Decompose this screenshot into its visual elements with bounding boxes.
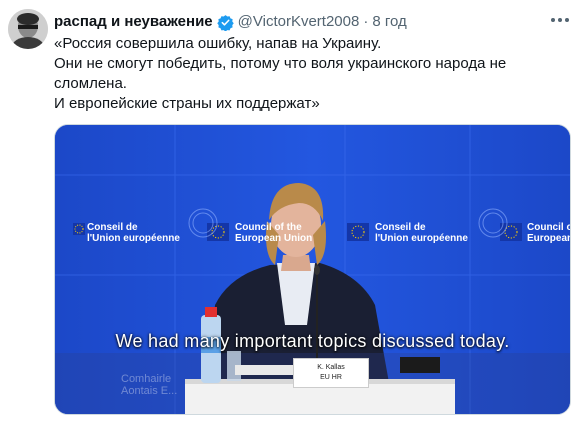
nameplate-title: EU HR [320,374,342,381]
video-subtitle: We had many important topics discussed t… [115,331,510,351]
council-logo-text-fr: Conseil de l'Union européenne [375,222,468,244]
video-media[interactable]: Conseil de l'Union européenne Council of… [54,124,571,415]
tweet-header: распад и неуважение @VictorKvert2008 · 8… [54,12,407,32]
separator-dot: · [363,13,369,30]
eu-flag-icon [207,223,229,241]
nameplate-name: K. Kallas [317,364,345,371]
council-logo-text-en: Council of the European Union [527,222,571,244]
watermark-text: Comhairle Aontais E... [121,373,178,397]
council-logo-text-en: Council of the European Union [235,222,313,244]
eu-flag-icon [347,223,369,241]
author-handle[interactable]: @VictorKvert2008 [238,12,360,32]
council-logo-text-fr: Conseil de l'Union européenne [87,222,180,244]
nameplate: K. Kallas EU HR [293,358,369,388]
verified-badge-icon [216,14,234,31]
tweet-text-line: И европейские страны их поддержат» [54,95,320,112]
tweet-text-line: Они не смогут победить, потому что воля … [54,55,511,92]
more-options-icon[interactable] [548,10,572,30]
eu-flag-icon [73,223,85,235]
tweet-text-line: «Россия совершила ошибку, напав на Украи… [54,35,382,52]
tweet-text: «Россия совершила ошибку, напав на Украи… [54,34,566,114]
author-name[interactable]: распад и неуважение [54,12,213,32]
tweet-timestamp[interactable]: 8 год [372,12,406,32]
avatar[interactable] [8,9,48,49]
